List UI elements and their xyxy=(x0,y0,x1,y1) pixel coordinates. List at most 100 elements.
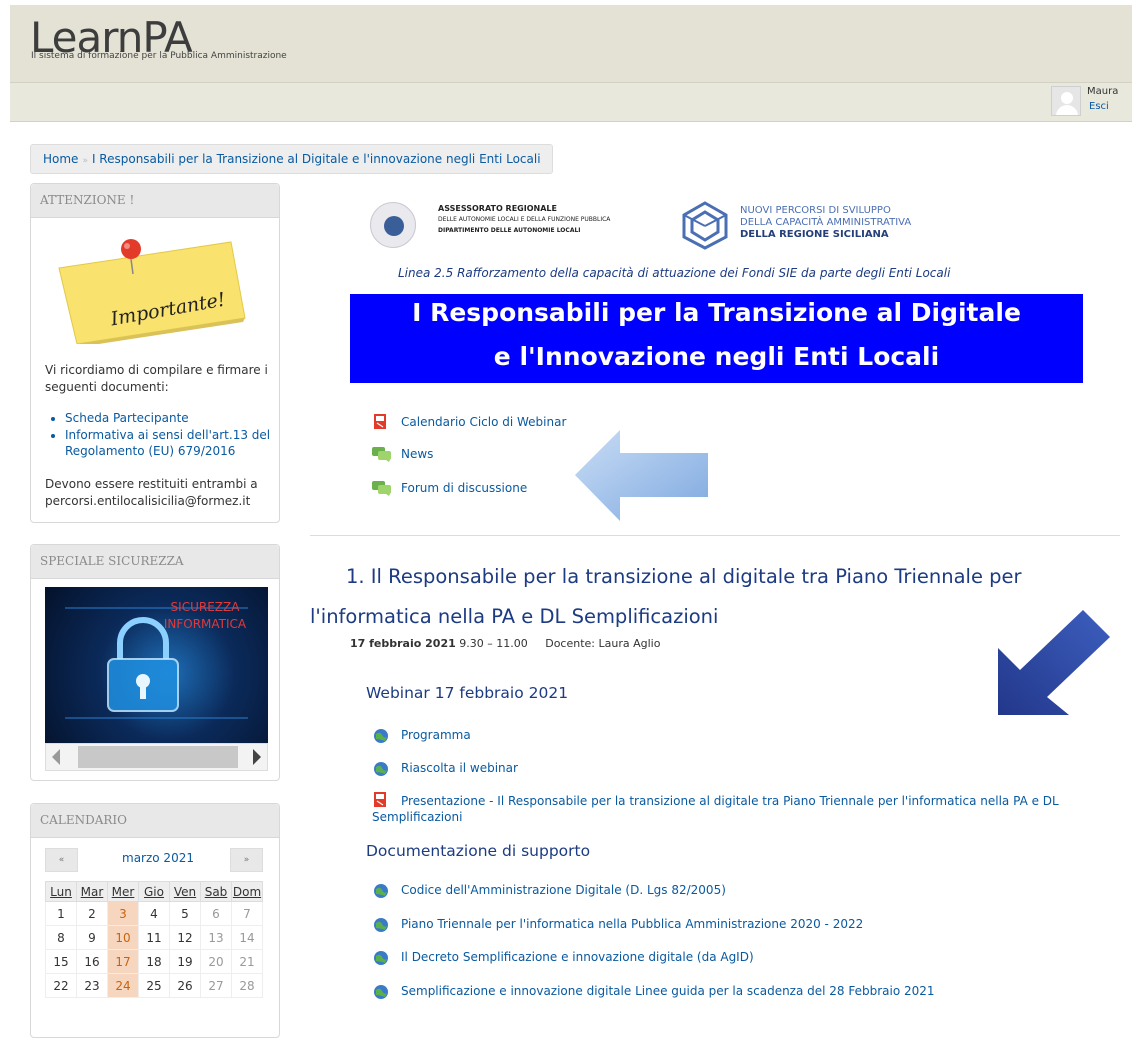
calendar-day: 14 xyxy=(231,925,263,950)
breadcrumb-home[interactable]: Home xyxy=(43,152,78,166)
attention-intro: Vi ricordiamo di compilare e firmare i s… xyxy=(45,363,268,394)
calendar-weekday: Ven xyxy=(169,881,201,902)
calendar-day: 1 xyxy=(45,901,77,926)
linea-subtitle: Linea 2.5 Rafforzamento della capacità d… xyxy=(398,266,951,280)
calendar-day: 15 xyxy=(45,949,77,974)
left-arrow-icon xyxy=(575,430,708,521)
calendar-month[interactable]: marzo 2021 xyxy=(103,851,213,865)
security-image[interactable]: SICUREZZA INFORMATICA xyxy=(45,587,268,743)
forum-icon xyxy=(372,480,391,496)
institution-logos: ASSESSORATO REGIONALE DELLE AUTONOMIE LO… xyxy=(368,196,1088,256)
calendar-day: 28 xyxy=(231,973,263,998)
calendar-weekday: Lun xyxy=(45,881,77,902)
calendar-day: 7 xyxy=(231,901,263,926)
calendar-week: 15 16 17 18 19 20 21 xyxy=(45,949,263,974)
breadcrumb: Home » I Responsabili per la Transizione a… xyxy=(30,144,553,174)
user-bar xyxy=(10,82,1132,122)
attention-block: ATTENZIONE ! Importante! Vi ricordiamo d… xyxy=(30,183,280,523)
regione-emblem-icon xyxy=(370,202,416,248)
calendar-day: 21 xyxy=(231,949,263,974)
link-news[interactable]: News xyxy=(372,446,433,462)
logout-link[interactable]: Esci xyxy=(1089,101,1109,112)
attention-block-title: ATTENZIONE ! xyxy=(31,184,279,218)
calendar-weekday: Mer xyxy=(107,881,139,902)
link-doc-cad[interactable]: Codice dell'Amministrazione Digitale (D.… xyxy=(372,882,726,898)
calendar-day-event[interactable]: 10 xyxy=(107,925,139,950)
attention-footer: Devono essere restituiti entrambi a perc… xyxy=(45,477,258,508)
calendar-day: 5 xyxy=(169,901,201,926)
link-doc-decreto[interactable]: Il Decreto Semplificazione e innovazione… xyxy=(372,949,754,965)
pdf-icon xyxy=(372,792,390,808)
link-riascolta[interactable]: Riascolta il webinar xyxy=(372,760,518,776)
calendar-day: 8 xyxy=(45,925,77,950)
calendar-week: 8 9 10 11 12 13 14 xyxy=(45,925,263,950)
calendar-weekday: Dom xyxy=(231,881,263,902)
calendar-week: 22 23 24 25 26 27 28 xyxy=(45,973,263,998)
security-block: SPECIALE SICUREZZA SICUREZZA INFORMATICA xyxy=(30,544,280,781)
course-banner: I Responsabili per la Transizione al Dig… xyxy=(350,294,1083,383)
globe-link-icon xyxy=(372,760,390,776)
site-header: LearnPA Il sistema di formazione per la … xyxy=(10,5,1132,82)
link-doc-linee-guida[interactable]: Semplificazione e innovazione digitale L… xyxy=(372,983,935,999)
course-title-line1: I Responsabili per la Transizione al Dig… xyxy=(412,298,1021,327)
link-doc-piano-triennale[interactable]: Piano Triennale per l'informatica nella … xyxy=(372,916,863,932)
link-programma[interactable]: Programma xyxy=(372,727,471,743)
calendar-weekday: Mar xyxy=(76,881,108,902)
attention-links: Scheda Partecipante Informativa ai sensi… xyxy=(51,410,271,460)
calendar-weekday: Gio xyxy=(138,881,170,902)
site-tagline: Il sistema di formazione per la Pubblica… xyxy=(31,51,287,61)
down-left-arrow-icon xyxy=(998,610,1110,715)
calendar-day: 18 xyxy=(138,949,170,974)
calendar-day-event[interactable]: 24 xyxy=(107,973,139,998)
user-avatar-icon[interactable] xyxy=(1051,86,1081,116)
link-informativa[interactable]: Informativa ai sensi dell'art.13 del Reg… xyxy=(65,427,271,459)
globe-link-icon xyxy=(372,916,390,932)
documentation-heading: Documentazione di supporto xyxy=(366,842,591,860)
security-image-label: SICUREZZA INFORMATICA xyxy=(163,600,247,631)
calendar-block: CALENDARIO « marzo 2021 » Lun Mar Mer Gio Ve… xyxy=(30,803,280,1038)
security-block-title: SPECIALE SICUREZZA xyxy=(31,545,279,579)
scroll-left-icon[interactable] xyxy=(52,749,60,765)
breadcrumb-current[interactable]: I Responsabili per la Transizione al Dig… xyxy=(92,152,541,166)
scroll-right-icon[interactable] xyxy=(253,749,261,765)
calendar-day-event[interactable]: 17 xyxy=(107,949,139,974)
calendar-prev-button[interactable]: « xyxy=(45,848,78,872)
calendar-next-button[interactable]: » xyxy=(230,848,263,872)
calendar-day: 23 xyxy=(76,973,108,998)
globe-link-icon xyxy=(372,983,390,999)
section-divider xyxy=(310,535,1120,536)
calendar-day: 12 xyxy=(169,925,201,950)
image-scrollbar[interactable] xyxy=(45,743,268,771)
calendar-day: 22 xyxy=(45,973,77,998)
user-name[interactable]: Maura xyxy=(1087,86,1118,97)
calendar-day: 19 xyxy=(169,949,201,974)
calendar-day: 13 xyxy=(200,925,232,950)
link-forum[interactable]: Forum di discussione xyxy=(372,480,527,496)
important-note-image: Importante! xyxy=(58,239,246,344)
calendar-table: Lun Mar Mer Gio Ven Sab Dom 1 2 3 4 5 6 7 8 9 10 11 12 13 1… xyxy=(45,881,263,998)
calendar-week: 1234567 xyxy=(45,901,263,926)
webinar-heading: Webinar 17 febbraio 2021 xyxy=(366,684,569,702)
calendar-day: 16 xyxy=(76,949,108,974)
link-calendario[interactable]: Calendario Ciclo di Webinar xyxy=(372,414,566,430)
forum-icon xyxy=(372,446,391,462)
section-title: 1. Il Responsabile per la transizione al… xyxy=(310,565,1022,628)
course-title-line2: e l'Innovazione negli Enti Locali xyxy=(493,342,940,371)
calendar-weekday: Sab xyxy=(200,881,232,902)
calendar-block-title: CALENDARIO xyxy=(31,804,279,838)
calendar-nav: « marzo 2021 » xyxy=(45,848,265,872)
pdf-icon xyxy=(372,414,390,430)
calendar-day-event[interactable]: 3 xyxy=(107,901,139,926)
breadcrumb-separator: » xyxy=(82,156,88,166)
globe-link-icon xyxy=(372,949,390,965)
link-presentazione[interactable]: Presentazione - Il Responsabile per la t… xyxy=(372,792,1072,825)
calendar-day: 11 xyxy=(138,925,170,950)
scrollbar-thumb[interactable] xyxy=(78,746,238,768)
percorsi-text: NUOVI PERCORSI DI SVILUPPO DELLA CAPACIT… xyxy=(740,205,912,240)
calendar-day: 9 xyxy=(76,925,108,950)
calendar-day: 4 xyxy=(138,901,170,926)
link-scheda-partecipante[interactable]: Scheda Partecipante xyxy=(65,410,271,426)
calendar-day: 20 xyxy=(200,949,232,974)
globe-link-icon xyxy=(372,727,390,743)
globe-link-icon xyxy=(372,882,390,898)
